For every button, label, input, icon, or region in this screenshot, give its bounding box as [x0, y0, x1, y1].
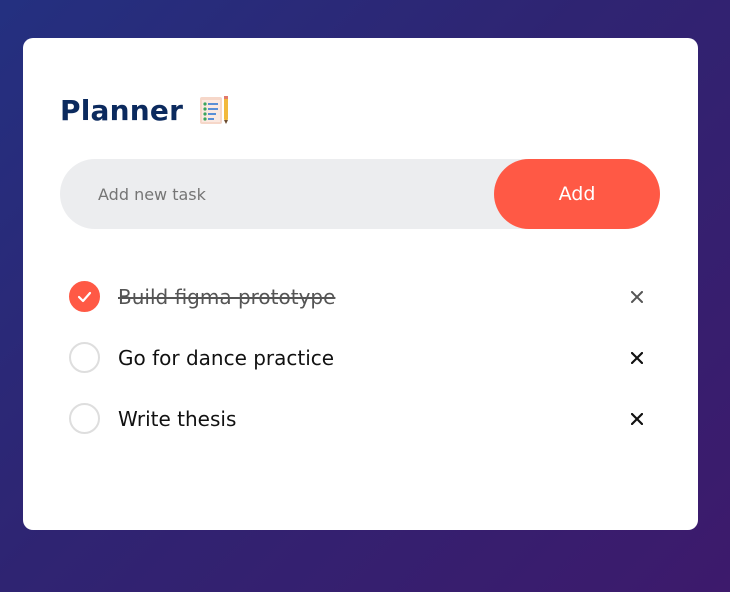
task-item[interactable]: Build figma prototype: [69, 266, 649, 327]
add-button[interactable]: Add: [494, 159, 660, 229]
task-label: Go for dance practice: [118, 345, 335, 370]
new-task-input[interactable]: [60, 159, 494, 229]
checkbox-unchecked-icon[interactable]: [69, 403, 100, 434]
header: Planner: [60, 92, 230, 128]
page-title: Planner: [60, 93, 184, 127]
checkbox-checked-icon[interactable]: [69, 281, 100, 312]
add-task-bar: Add: [60, 159, 660, 229]
close-icon[interactable]: [625, 407, 649, 431]
task-item[interactable]: Go for dance practice: [69, 327, 649, 388]
planner-card: Planner Add new task Add Build figma pro…: [23, 38, 698, 530]
close-icon[interactable]: [625, 346, 649, 370]
close-icon[interactable]: [625, 285, 649, 309]
task-list: Build figma prototype Go for dance pract…: [69, 266, 649, 449]
checkbox-unchecked-icon[interactable]: [69, 342, 100, 373]
notepad-checklist-icon: [196, 93, 230, 127]
task-label: Write thesis: [118, 406, 237, 431]
task-label: Build figma prototype: [118, 284, 336, 309]
task-item[interactable]: Write thesis: [69, 388, 649, 449]
